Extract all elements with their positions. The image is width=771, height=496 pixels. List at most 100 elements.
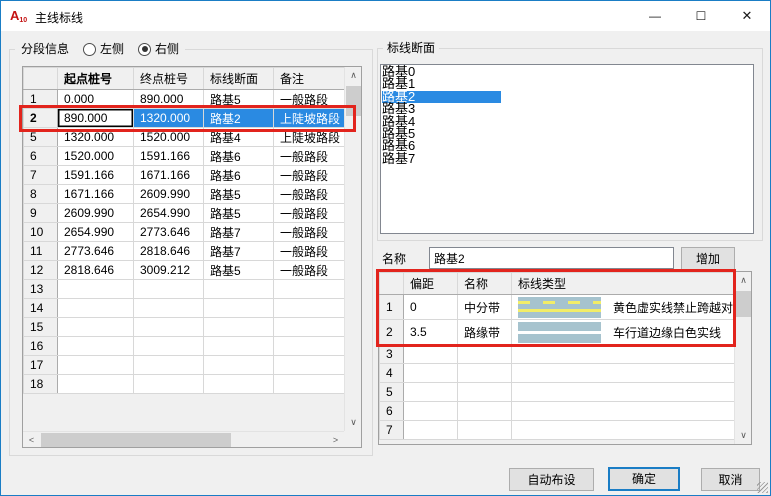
cell-marking-type[interactable]: 车行道边缘白色实线: [512, 320, 735, 345]
cell-offset[interactable]: [404, 345, 458, 364]
cell-marking-type[interactable]: 黄色虚实线禁止跨越对向...: [512, 295, 735, 320]
cell-end-station[interactable]: 1671.166: [134, 166, 204, 185]
cell-start-station[interactable]: 1520.000: [58, 147, 134, 166]
cell-name[interactable]: [458, 345, 512, 364]
scroll-up-icon[interactable]: ∧: [735, 272, 752, 289]
row-number-cell[interactable]: 5: [24, 128, 58, 147]
close-icon[interactable]: ✕: [724, 1, 770, 31]
row-number-cell[interactable]: 11: [24, 242, 58, 261]
cell-start-station[interactable]: 1591.166: [58, 166, 134, 185]
cell-start-station[interactable]: [58, 356, 134, 375]
scroll-down-icon[interactable]: ∨: [735, 427, 752, 444]
row-number-cell[interactable]: 14: [24, 299, 58, 318]
cell-marking-section[interactable]: 路基6: [204, 147, 274, 166]
cell-marking-section[interactable]: 路基5: [204, 204, 274, 223]
row-number-cell[interactable]: 16: [24, 337, 58, 356]
cell-start-station[interactable]: [58, 280, 134, 299]
cell-remark[interactable]: 上陡坡路段: [274, 128, 345, 147]
cell-name[interactable]: [458, 364, 512, 383]
col-header-marking-type[interactable]: 标线类型: [512, 273, 735, 295]
cell-marking-type[interactable]: [512, 421, 735, 440]
cell-start-station[interactable]: 2818.646: [58, 261, 134, 280]
segment-table-vscrollbar[interactable]: ∧ ∨: [344, 67, 361, 431]
cell-name[interactable]: [458, 421, 512, 440]
col-header-remark[interactable]: 备注: [274, 68, 345, 90]
row-number-cell[interactable]: 3: [380, 345, 404, 364]
cell-end-station[interactable]: [134, 375, 204, 394]
cell-end-station[interactable]: 1591.166: [134, 147, 204, 166]
cell-marking-section[interactable]: [204, 318, 274, 337]
row-number-cell[interactable]: 1: [380, 295, 404, 320]
cell-marking-section[interactable]: 路基2: [204, 109, 274, 128]
row-number-cell[interactable]: 10: [24, 223, 58, 242]
cell-end-station[interactable]: [134, 356, 204, 375]
cell-offset[interactable]: 0: [404, 295, 458, 320]
cell-remark[interactable]: 一般路段: [274, 261, 345, 280]
name-input[interactable]: [429, 247, 674, 269]
cell-start-station[interactable]: [58, 299, 134, 318]
cell-marking-section[interactable]: 路基6: [204, 166, 274, 185]
cell-end-station[interactable]: [134, 318, 204, 337]
cell-remark[interactable]: [274, 337, 345, 356]
cell-start-station[interactable]: [58, 318, 134, 337]
row-number-cell[interactable]: 13: [24, 280, 58, 299]
cell-end-station[interactable]: 1520.000: [134, 128, 204, 147]
scroll-right-icon[interactable]: >: [327, 432, 344, 448]
listbox-item[interactable]: 路基5: [382, 128, 753, 140]
row-number-cell[interactable]: 2: [24, 109, 58, 128]
cell-name[interactable]: 中分带: [458, 295, 512, 320]
cell-end-station[interactable]: 2654.990: [134, 204, 204, 223]
row-number-cell[interactable]: 7: [380, 421, 404, 440]
radio-right-side[interactable]: 右侧: [138, 40, 179, 58]
auto-layout-button[interactable]: 自动布设: [509, 468, 594, 491]
cell-offset[interactable]: 3.5: [404, 320, 458, 345]
scroll-left-icon[interactable]: <: [23, 432, 40, 448]
row-number-cell[interactable]: 2: [380, 320, 404, 345]
cell-start-station[interactable]: [58, 375, 134, 394]
col-header-offset[interactable]: 偏距: [404, 273, 458, 295]
cell-remark[interactable]: 一般路段: [274, 223, 345, 242]
row-number-cell[interactable]: 17: [24, 356, 58, 375]
row-number-cell[interactable]: 1: [24, 90, 58, 109]
cell-start-station[interactable]: 1320.000: [58, 128, 134, 147]
cell-end-station[interactable]: [134, 299, 204, 318]
scroll-down-icon[interactable]: ∨: [345, 414, 362, 431]
resize-grip[interactable]: [757, 482, 768, 493]
listbox-item[interactable]: 路基1: [382, 78, 753, 90]
row-number-cell[interactable]: 15: [24, 318, 58, 337]
cell-marking-section[interactable]: [204, 280, 274, 299]
col-header-name[interactable]: 名称: [458, 273, 512, 295]
row-number-cell[interactable]: 12: [24, 261, 58, 280]
cell-marking-type[interactable]: [512, 383, 735, 402]
cell-end-station[interactable]: [134, 337, 204, 356]
listbox-item[interactable]: 路基3: [382, 103, 753, 115]
cell-marking-type[interactable]: [512, 402, 735, 421]
cell-start-station[interactable]: 1671.166: [58, 185, 134, 204]
listbox-item[interactable]: 路基4: [382, 116, 753, 128]
radio-left-side[interactable]: 左侧: [83, 40, 124, 58]
col-header-start-station[interactable]: 起点桩号: [58, 68, 134, 90]
cell-remark[interactable]: [274, 375, 345, 394]
cell-offset[interactable]: [404, 364, 458, 383]
cell-start-station[interactable]: 2773.646: [58, 242, 134, 261]
cell-remark[interactable]: [274, 318, 345, 337]
cell-marking-section[interactable]: [204, 375, 274, 394]
cell-marking-section[interactable]: 路基4: [204, 128, 274, 147]
marking-table-vscrollbar[interactable]: ∧ ∨: [734, 272, 751, 444]
listbox-item[interactable]: 路基7: [382, 153, 753, 165]
cell-remark[interactable]: [274, 280, 345, 299]
cell-start-station[interactable]: 890.000: [58, 109, 134, 128]
cell-end-station[interactable]: 3009.212: [134, 261, 204, 280]
cell-offset[interactable]: [404, 383, 458, 402]
cell-remark[interactable]: [274, 356, 345, 375]
cell-start-station[interactable]: 2609.990: [58, 204, 134, 223]
cell-remark[interactable]: 一般路段: [274, 90, 345, 109]
minimize-icon[interactable]: —: [632, 1, 678, 31]
cell-remark[interactable]: 一般路段: [274, 204, 345, 223]
cell-end-station[interactable]: 890.000: [134, 90, 204, 109]
vscroll-thumb[interactable]: [736, 291, 751, 317]
cell-end-station[interactable]: 2773.646: [134, 223, 204, 242]
row-number-cell[interactable]: 4: [380, 364, 404, 383]
cell-end-station[interactable]: [134, 280, 204, 299]
cell-name[interactable]: [458, 383, 512, 402]
